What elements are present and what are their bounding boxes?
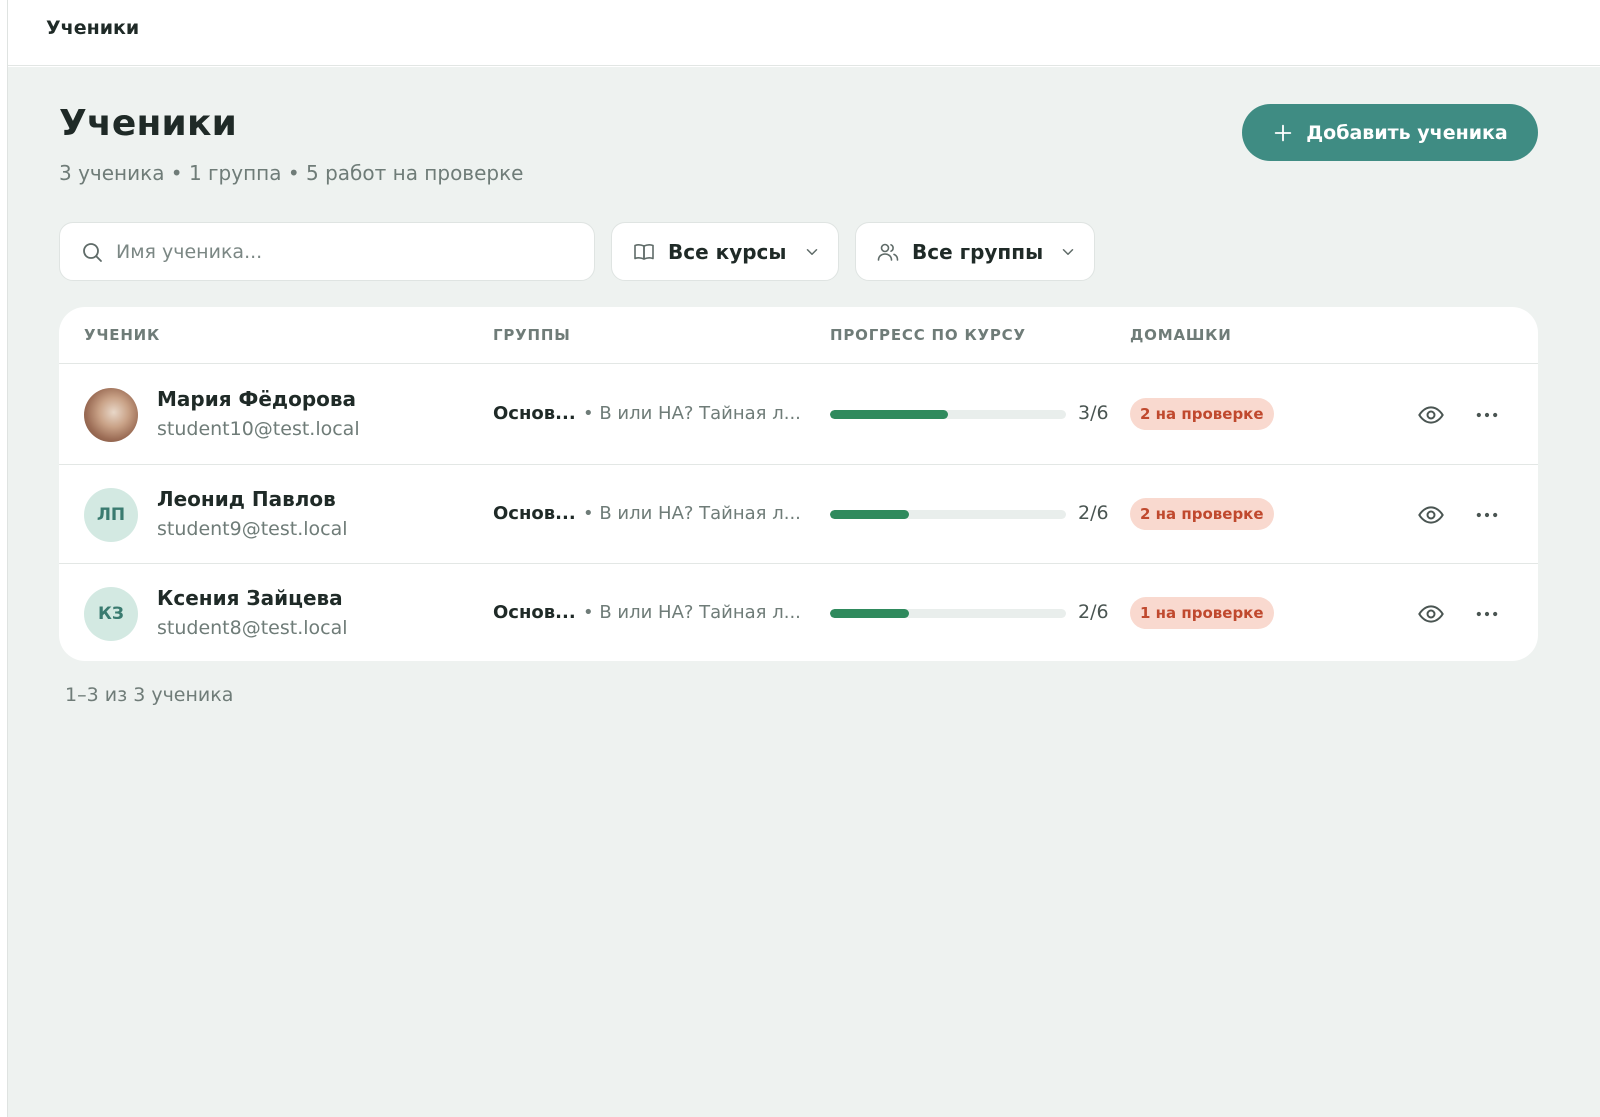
group-name: Основ...	[493, 602, 576, 623]
progress-bar	[830, 609, 1066, 618]
homework-status-badge: 1 на проверке	[1130, 597, 1274, 629]
page-subtitle: 3 ученика • 1 группа • 5 работ на провер…	[59, 161, 524, 185]
search-icon	[83, 242, 102, 262]
book-icon	[634, 243, 654, 260]
plus-icon	[1274, 124, 1292, 141]
student-name[interactable]: Мария Фёдорова	[157, 387, 356, 411]
progress-bar	[830, 410, 1066, 419]
more-actions-button[interactable]	[1471, 499, 1503, 531]
progress-count: 2/6	[1078, 601, 1109, 623]
column-header-progress[interactable]: ПРОГРЕСС ПО КУРСУ	[830, 326, 1026, 344]
student-email: student10@test.local	[157, 418, 360, 440]
pagination-summary: 1–3 из 3 ученика	[65, 684, 234, 706]
student-name[interactable]: Ксения Зайцева	[157, 586, 343, 610]
search-input[interactable]	[116, 240, 556, 263]
more-horizontal-icon	[1476, 412, 1498, 418]
more-horizontal-icon	[1476, 611, 1498, 617]
view-student-button[interactable]	[1415, 399, 1447, 431]
column-header-student[interactable]: УЧЕНИК	[84, 326, 160, 344]
groups-filter-dropdown[interactable]: Все группы	[855, 222, 1095, 281]
column-header-homework[interactable]: ДОМАШКИ	[1130, 326, 1232, 344]
add-student-button[interactable]: Добавить ученика	[1242, 104, 1538, 161]
group-extra: • В или НА? Тайная л...	[583, 503, 801, 524]
main-content: Ученики 3 ученика • 1 группа • 5 работ н…	[8, 67, 1600, 1117]
eye-icon	[1418, 406, 1444, 424]
add-student-button-label: Добавить ученика	[1306, 121, 1508, 144]
students-table: УЧЕНИК ГРУППЫ ПРОГРЕСС ПО КУРСУ ДОМАШКИ …	[59, 307, 1538, 661]
avatar	[84, 388, 138, 442]
progress-bar	[830, 510, 1066, 519]
topbar-title: Ученики	[46, 17, 140, 39]
chevron-down-icon	[806, 248, 817, 255]
courses-filter-dropdown[interactable]: Все курсы	[611, 222, 839, 281]
student-email: student8@test.local	[157, 617, 348, 639]
student-email: student9@test.local	[157, 518, 348, 540]
view-student-button[interactable]	[1415, 598, 1447, 630]
groups-filter-label: Все группы	[912, 239, 1044, 264]
progress-bar-fill	[830, 609, 909, 618]
progress-bar-fill	[830, 510, 909, 519]
group-name: Основ...	[493, 503, 576, 524]
more-actions-button[interactable]	[1471, 598, 1503, 630]
table-row[interactable]: Мария Фёдорова student10@test.local Осно…	[59, 365, 1538, 464]
users-icon	[877, 243, 899, 261]
search-box[interactable]	[59, 222, 595, 281]
more-actions-button[interactable]	[1471, 399, 1503, 431]
student-name[interactable]: Леонид Павлов	[157, 487, 336, 511]
progress-count: 2/6	[1078, 502, 1109, 524]
column-header-groups[interactable]: ГРУППЫ	[493, 326, 571, 344]
more-horizontal-icon	[1476, 512, 1498, 518]
table-row[interactable]: ЛП Леонид Павлов student9@test.local Осн…	[59, 464, 1538, 563]
progress-count: 3/6	[1078, 402, 1109, 424]
group-name: Основ...	[493, 403, 576, 424]
avatar: КЗ	[84, 587, 138, 641]
page-title: Ученики	[59, 103, 238, 144]
eye-icon	[1418, 506, 1444, 524]
eye-icon	[1418, 605, 1444, 623]
chevron-down-icon	[1062, 248, 1074, 255]
table-row[interactable]: КЗ Ксения Зайцева student8@test.local Ос…	[59, 563, 1538, 661]
progress-bar-fill	[830, 410, 948, 419]
courses-filter-label: Все курсы	[668, 239, 787, 264]
avatar: ЛП	[84, 488, 138, 542]
homework-status-badge: 2 на проверке	[1130, 498, 1274, 530]
homework-status-badge: 2 на проверке	[1130, 398, 1274, 430]
group-extra: • В или НА? Тайная л...	[583, 403, 801, 424]
top-bar: Ученики	[8, 0, 1600, 66]
table-header: УЧЕНИК ГРУППЫ ПРОГРЕСС ПО КУРСУ ДОМАШКИ	[59, 307, 1538, 364]
view-student-button[interactable]	[1415, 499, 1447, 531]
group-extra: • В или НА? Тайная л...	[583, 602, 801, 623]
